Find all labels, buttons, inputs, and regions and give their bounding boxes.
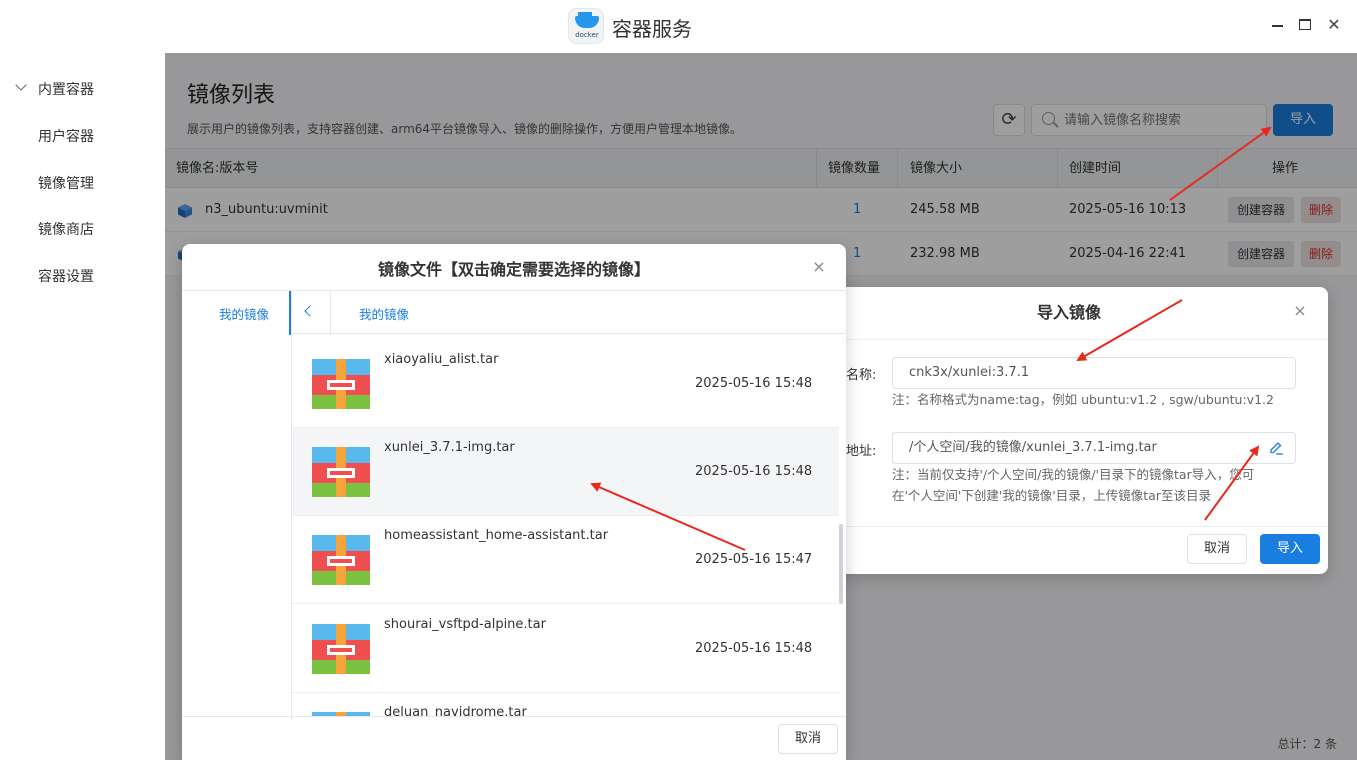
nav-my-images[interactable]: 我的镜像 (182, 291, 291, 335)
app-title: 容器服务 (612, 17, 692, 41)
chevron-down-icon[interactable] (15, 79, 27, 91)
archive-icon (312, 535, 370, 585)
path-label: 地址: (846, 444, 877, 459)
docker-logo-icon: docker (568, 8, 604, 44)
file-name: xunlei_3.7.1-img.tar (384, 440, 515, 455)
file-name: xiaoyaliu_alist.tar (384, 352, 499, 367)
close-icon[interactable]: × (811, 259, 827, 275)
path-field[interactable]: /个人空间/我的镜像/xunlei_3.7.1-img.tar (892, 432, 1296, 464)
sidebar-item-image-management[interactable]: 镜像管理 (38, 173, 94, 193)
sidebar-item-image-store[interactable]: 镜像商店 (38, 219, 94, 239)
image-file-dialog: 镜像文件【双击确定需要选择的镜像】 × 我的镜像 我的镜像 xiaoyaliu_… (182, 244, 846, 760)
list-item[interactable]: shourai_vsftpd-alpine.tar 2025-05-16 15:… (292, 605, 839, 693)
path-note-line-1: 注：当前仅支持'/个人空间/我的镜像/'目录下的镜像tar导入，您可 (892, 467, 1255, 482)
edit-icon[interactable] (1268, 439, 1284, 455)
archive-icon (312, 447, 370, 497)
archive-icon (312, 624, 370, 674)
logo-text: docker (575, 31, 599, 39)
list-item[interactable]: homeassistant_home-assistant.tar 2025-05… (292, 516, 839, 604)
archive-icon (312, 359, 370, 409)
list-item[interactable]: xiaoyaliu_alist.tar 2025-05-16 15:48 (292, 340, 839, 428)
breadcrumb[interactable]: 我的镜像 (359, 304, 409, 323)
list-item[interactable]: xunlei_3.7.1-img.tar 2025-05-16 15:48 (292, 428, 839, 516)
name-label: 名称: (846, 368, 877, 383)
maximize-icon[interactable] (1294, 14, 1316, 36)
minimize-icon[interactable] (1266, 14, 1288, 36)
sidebar-item-user-containers[interactable]: 用户容器 (38, 126, 94, 146)
import-cancel-button[interactable]: 取消 (1187, 534, 1247, 564)
back-chevron-icon[interactable] (304, 305, 316, 317)
nav-item-label: 我的镜像 (219, 307, 270, 322)
file-name: shourai_vsftpd-alpine.tar (384, 617, 546, 632)
sidebar-item-builtin-containers[interactable]: 内置容器 (38, 79, 94, 99)
file-date: 2025-05-16 15:48 (695, 641, 813, 656)
import-confirm-button[interactable]: 导入 (1260, 534, 1320, 564)
list-item[interactable]: deluan_navidrome.tar (292, 693, 839, 716)
close-window-icon[interactable]: ✕ (1323, 14, 1345, 36)
file-list: xiaoyaliu_alist.tar 2025-05-16 15:48 xun… (292, 340, 839, 716)
title-bar: docker 容器服务 ✕ (0, 0, 1357, 53)
file-name: homeassistant_home-assistant.tar (384, 528, 609, 543)
path-note-line-2: 在'个人空间'下创建'我的镜像'目录，上传镜像tar至该目录 (892, 488, 1211, 503)
name-note: 注：名称格式为name:tag，例如 ubuntu:v1.2 , sgw/ubu… (892, 392, 1274, 407)
name-field[interactable]: cnk3x/xunlei:3.7.1 (892, 357, 1296, 389)
file-date: 2025-05-16 15:48 (695, 464, 813, 479)
scrollbar[interactable] (839, 524, 843, 604)
dialog-title: 镜像文件【双击确定需要选择的镜像】 (377, 260, 650, 279)
sidebar-item-container-settings[interactable]: 容器设置 (38, 266, 94, 286)
dialog-title: 导入镜像 (1036, 303, 1101, 322)
file-cancel-button[interactable]: 取消 (778, 724, 838, 754)
sidebar: 内置容器 用户容器 镜像管理 镜像商店 容器设置 (0, 53, 165, 760)
file-date: 2025-05-16 15:48 (695, 376, 813, 391)
close-icon[interactable]: × (1292, 303, 1308, 319)
file-date: 2025-05-16 15:47 (695, 552, 813, 567)
file-name: deluan_navidrome.tar (384, 705, 527, 716)
import-image-dialog: 导入镜像 × 名称: cnk3x/xunlei:3.7.1 注：名称格式为nam… (810, 287, 1328, 574)
